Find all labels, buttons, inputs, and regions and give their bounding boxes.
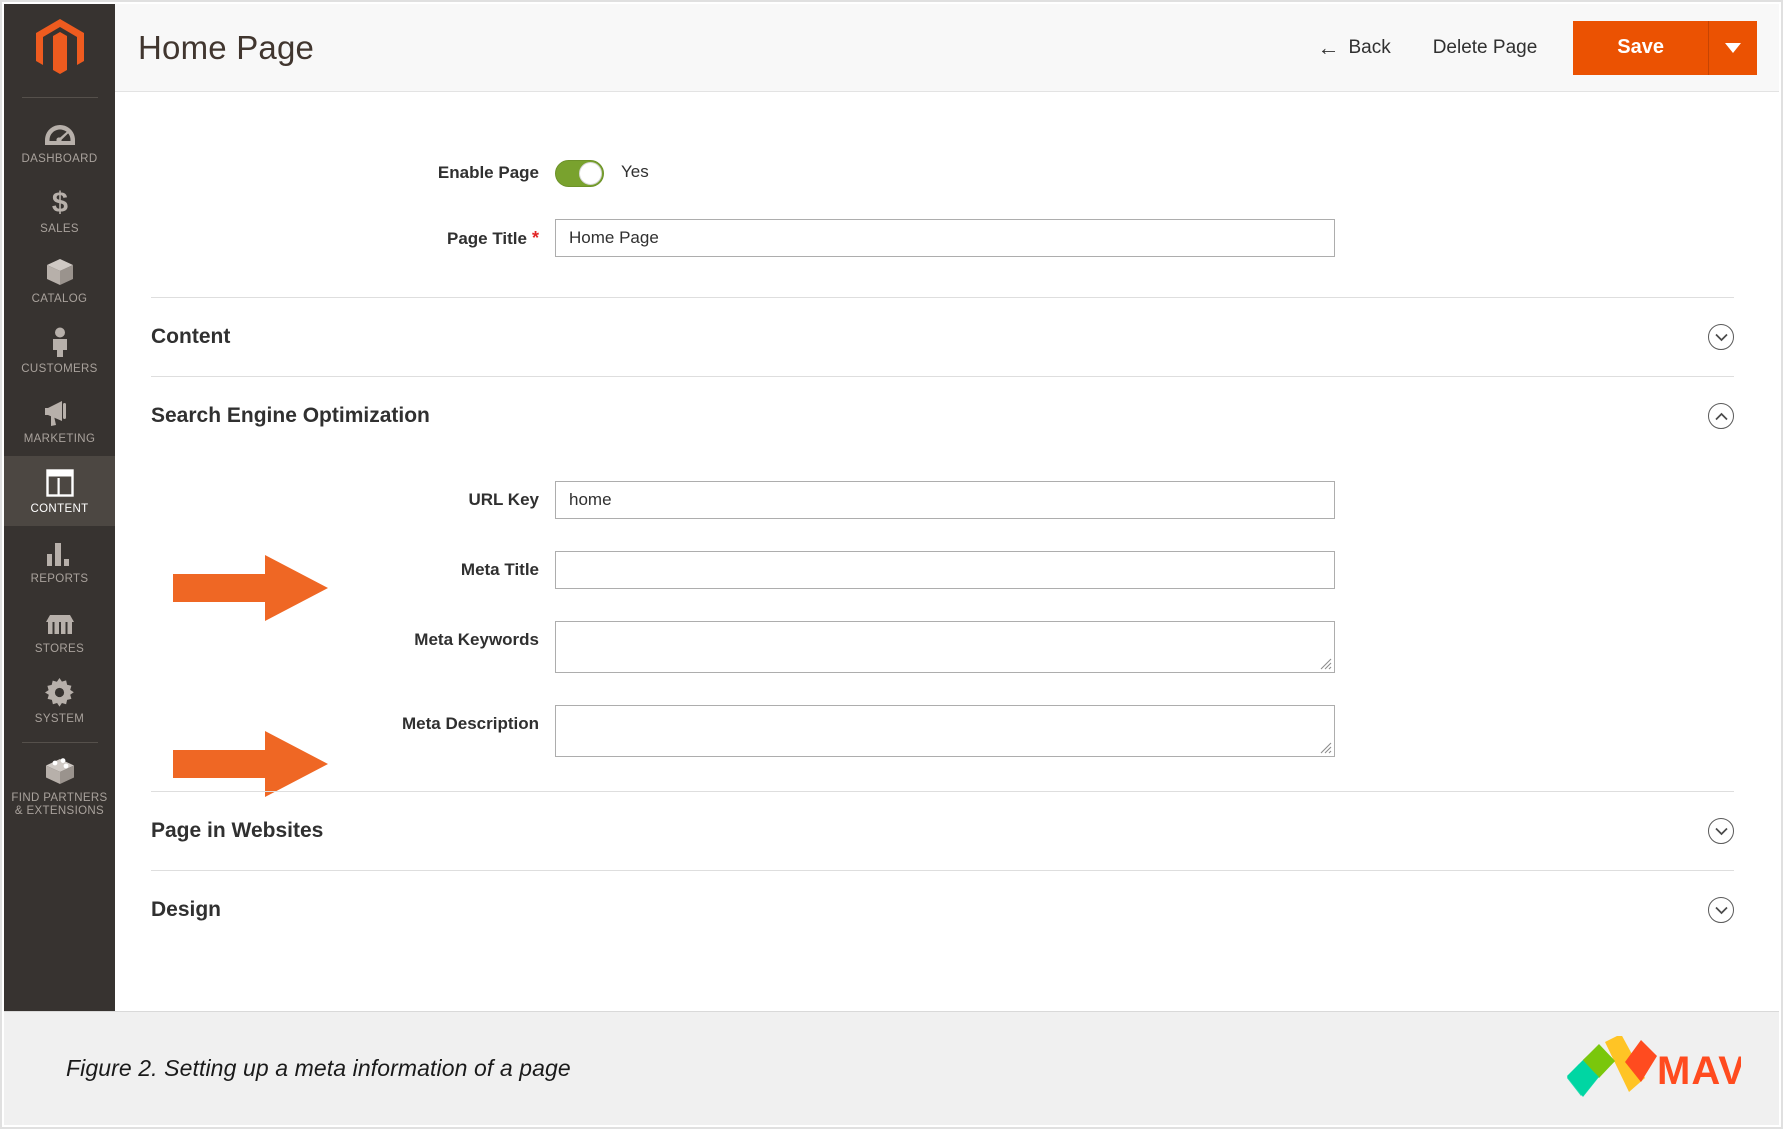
- page-title-row: Page Title *: [115, 219, 1779, 257]
- arrow-left-icon: ←: [1317, 34, 1340, 60]
- section-content[interactable]: Content: [151, 297, 1734, 376]
- meta-description-row: Meta Description: [115, 705, 1779, 757]
- chevron-up-icon: [1714, 412, 1728, 420]
- arrow-pointing-to-meta-title: [173, 555, 328, 621]
- caret-down-icon: [1725, 42, 1741, 53]
- sidebar-item-label: CATALOG: [31, 293, 88, 305]
- section-toggle-seo[interactable]: [1708, 403, 1734, 429]
- sidebar-item-find-partners-extensions[interactable]: FIND PARTNERS & EXTENSIONS: [4, 745, 115, 828]
- url-key-label: URL Key: [468, 490, 539, 509]
- enable-page-toggle[interactable]: [555, 160, 604, 187]
- sidebar-item-dashboard[interactable]: DASHBOARD: [4, 106, 115, 176]
- sidebar-item-label: SYSTEM: [34, 713, 85, 725]
- meta-description-field: [555, 705, 1335, 757]
- back-button-label: Back: [1348, 36, 1391, 58]
- section-search-engine-optimization[interactable]: Search Engine Optimization: [151, 376, 1734, 455]
- maven-diamond-m-icon: MAVEN: [1567, 1035, 1741, 1097]
- url-key-input[interactable]: [555, 481, 1335, 519]
- sidebar-divider-top: [21, 97, 98, 98]
- sidebar-item-label: CONTENT: [30, 503, 89, 515]
- back-button[interactable]: ← Back: [1317, 34, 1391, 60]
- sidebar-item-sales[interactable]: $ SALES: [4, 176, 115, 246]
- page-title-input[interactable]: [555, 219, 1335, 257]
- page-title-label: Page Title *: [446, 228, 539, 248]
- maven-logo-text: MAVEN: [1657, 1049, 1741, 1093]
- bar-chart-icon: [46, 537, 74, 567]
- required-marker: *: [531, 228, 539, 248]
- delete-page-button[interactable]: Delete Page: [1433, 37, 1538, 59]
- chevron-down-icon: [1714, 827, 1728, 835]
- sidebar-item-marketing[interactable]: MARKETING: [4, 386, 115, 456]
- sidebar-item-label: REPORTS: [30, 573, 89, 585]
- section-title: Design: [151, 898, 222, 921]
- section-title: Content: [151, 325, 231, 348]
- enable-page-row: Enable Page Yes: [115, 154, 1779, 187]
- section-design[interactable]: Design: [151, 870, 1734, 949]
- sidebar-divider-bottom: [21, 742, 98, 743]
- dollar-sign-icon: $: [47, 187, 73, 217]
- storefront-icon: [44, 607, 76, 637]
- header-actions: ← Back Delete Page Save: [1317, 4, 1779, 91]
- chevron-down-icon: [1714, 333, 1728, 341]
- maven-logo: MAVEN: [1545, 1035, 1741, 1102]
- arrow-pointing-to-meta-description: [173, 731, 328, 797]
- box-icon: [45, 257, 75, 287]
- url-key-row: URL Key: [115, 481, 1779, 519]
- sidebar-item-label: CUSTOMERS: [21, 363, 98, 375]
- save-button-group: Save: [1573, 20, 1757, 75]
- seo-fields: URL Key Meta Title Meta Keywords Meta De…: [115, 455, 1779, 797]
- sidebar-item-stores[interactable]: STORES: [4, 596, 115, 666]
- section-toggle-content[interactable]: [1708, 324, 1734, 350]
- sidebar-item-reports[interactable]: REPORTS: [4, 526, 115, 596]
- meta-keywords-textarea[interactable]: [555, 621, 1335, 673]
- sidebar-item-customers[interactable]: CUSTOMERS: [4, 316, 115, 386]
- meta-keywords-label: Meta Keywords: [414, 630, 539, 649]
- sidebar-item-system[interactable]: SYSTEM: [4, 666, 115, 736]
- extension-blocks-icon: [44, 756, 76, 786]
- enable-page-value: Yes: [621, 162, 649, 181]
- meta-description-label: Meta Description: [402, 714, 539, 733]
- page-form: Enable Page Yes Page Title* Content Sea: [115, 92, 1779, 1011]
- chevron-down-icon: [1714, 906, 1728, 914]
- meta-keywords-row: Meta Keywords: [115, 621, 1779, 673]
- screenshot-frame: DASHBOARD $ SALES CATALOG CUSTOMERS MARK…: [0, 0, 1783, 1129]
- meta-description-textarea[interactable]: [555, 705, 1335, 757]
- meta-title-input[interactable]: [555, 551, 1335, 589]
- sidebar-item-label: STORES: [34, 643, 85, 655]
- sidebar-item-label: SALES: [40, 223, 79, 235]
- sidebar-item-label: DASHBOARD: [21, 153, 98, 165]
- dashboard-gauge-icon: [43, 117, 77, 147]
- meta-title-row: Meta Title: [115, 551, 1779, 589]
- sidebar-item-catalog[interactable]: CATALOG: [4, 246, 115, 316]
- save-button[interactable]: Save: [1573, 20, 1709, 75]
- sidebar-item-label: FIND PARTNERS & EXTENSIONS: [11, 792, 108, 817]
- magento-logo-icon[interactable]: [34, 18, 86, 81]
- person-icon: [49, 327, 71, 357]
- enable-page-label: Enable Page: [437, 163, 539, 182]
- section-title: Page in Websites: [151, 819, 324, 842]
- section-toggle-page-in-websites[interactable]: [1708, 818, 1734, 844]
- toggle-knob: [579, 162, 602, 185]
- page-header: Home Page ← Back Delete Page Save: [115, 4, 1779, 92]
- figure-footer: Figure 2. Setting up a meta information …: [4, 1011, 1779, 1125]
- admin-sidebar: DASHBOARD $ SALES CATALOG CUSTOMERS MARK…: [4, 4, 115, 1015]
- sidebar-item-content[interactable]: CONTENT: [4, 456, 115, 526]
- section-toggle-design[interactable]: [1708, 897, 1734, 923]
- section-title: Search Engine Optimization: [151, 404, 430, 427]
- gear-icon: [45, 677, 74, 707]
- sidebar-item-label: MARKETING: [23, 433, 96, 445]
- section-page-in-websites[interactable]: Page in Websites: [151, 791, 1734, 870]
- layout-panel-icon: [45, 467, 74, 497]
- svg-text:$: $: [51, 187, 67, 217]
- meta-keywords-field: [555, 621, 1335, 673]
- megaphone-icon: [44, 397, 76, 427]
- figure-caption: Figure 2. Setting up a meta information …: [66, 1055, 571, 1081]
- save-options-caret-button[interactable]: [1709, 20, 1757, 75]
- page-title: Home Page: [138, 28, 315, 66]
